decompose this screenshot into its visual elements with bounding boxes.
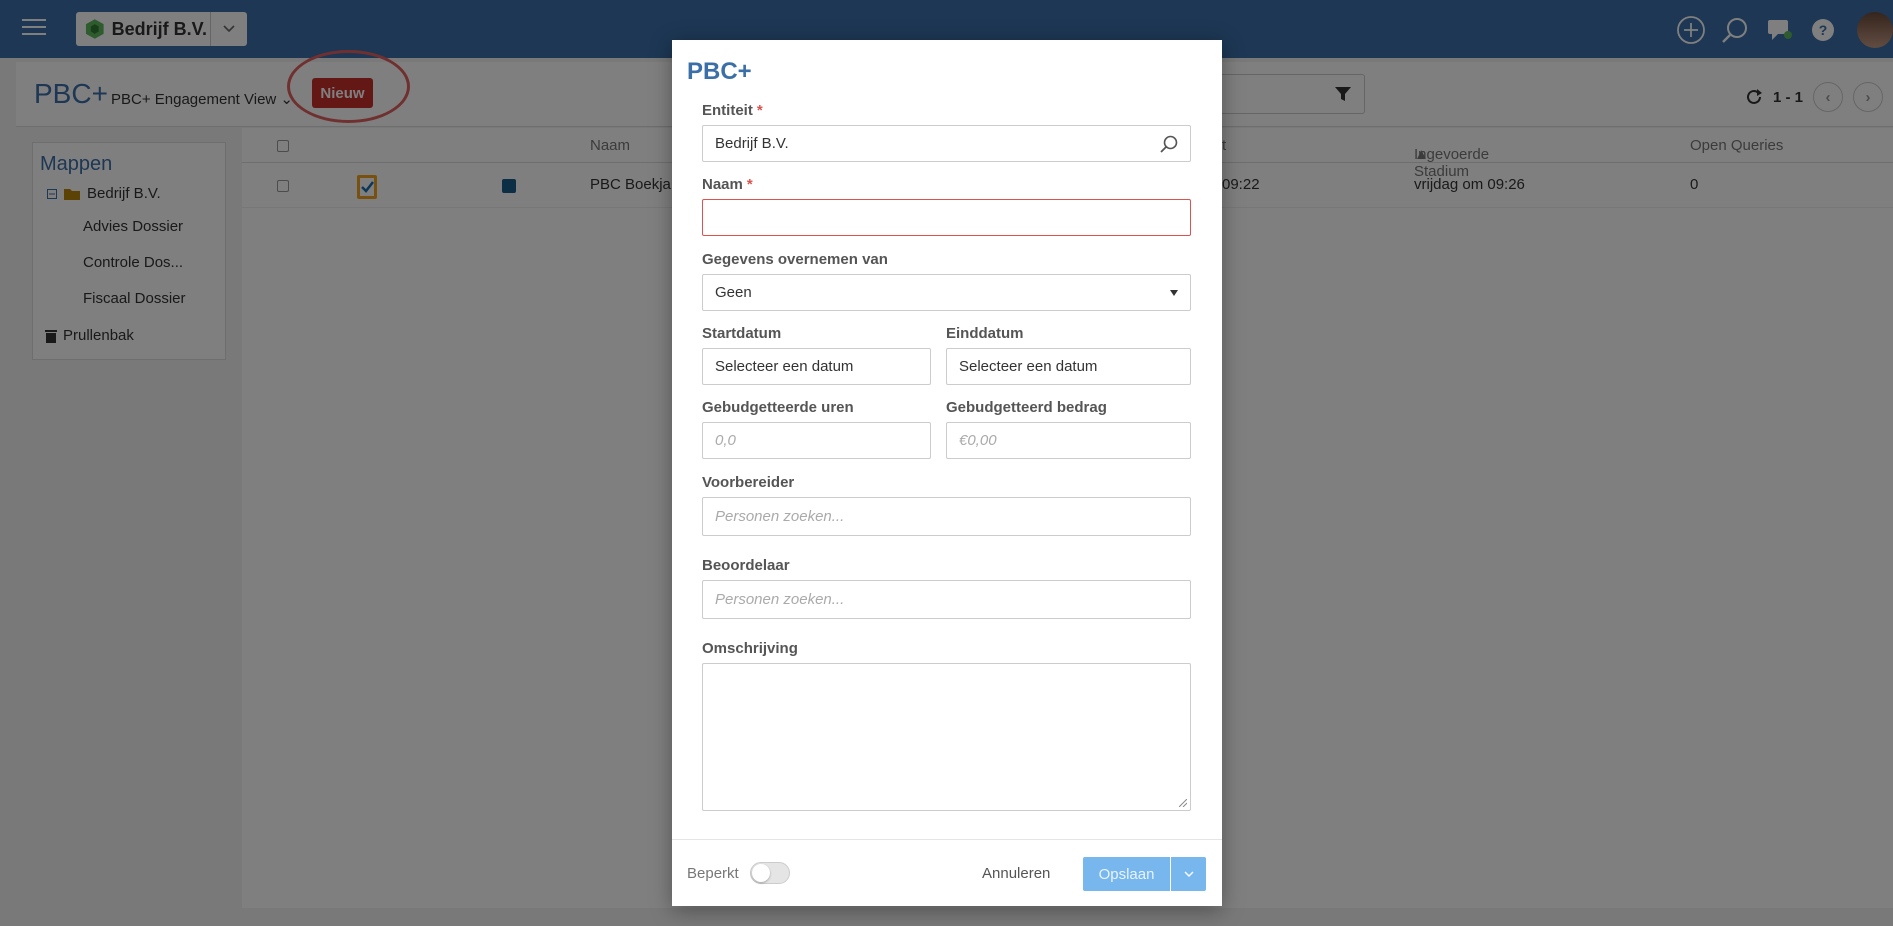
- budgeted-hours-placeholder: 0,0: [715, 432, 736, 449]
- description-textarea[interactable]: [702, 663, 1191, 811]
- end-date-value: Selecteer een datum: [959, 358, 1098, 375]
- entity-label-text: Entiteit: [702, 102, 753, 119]
- name-label: Naam *: [702, 176, 753, 193]
- name-label-text: Naam: [702, 176, 743, 193]
- start-date-label: Startdatum: [702, 325, 782, 342]
- copy-from-select[interactable]: Geen: [702, 274, 1191, 311]
- end-date-label: Einddatum: [946, 325, 1024, 342]
- required-mark: *: [756, 102, 763, 119]
- new-pbc-dialog: PBC+ Entiteit * Bedrijf B.V. Naam * Gegeve…: [672, 40, 1222, 906]
- entity-label: Entiteit *: [702, 102, 763, 119]
- search-icon[interactable]: [1160, 135, 1178, 153]
- preparer-label: Voorbereider: [702, 474, 795, 491]
- copy-from-value: Geen: [715, 284, 752, 301]
- dialog-footer: Beperkt Annuleren Opslaan: [672, 839, 1222, 906]
- caret-down-icon: [1170, 290, 1178, 296]
- toggle-knob: [752, 864, 770, 882]
- description-label: Omschrijving: [702, 640, 798, 657]
- start-date-value: Selecteer een datum: [715, 358, 854, 375]
- dialog-title: PBC+: [687, 58, 752, 85]
- copy-from-label: Gegevens overnemen van: [702, 251, 888, 268]
- chevron-down-icon: [1184, 871, 1193, 877]
- end-date-field[interactable]: Selecteer een datum: [946, 348, 1191, 385]
- reviewer-label: Beoordelaar: [702, 557, 790, 574]
- restricted-label: Beperkt: [687, 865, 739, 882]
- name-field[interactable]: [702, 199, 1191, 236]
- budgeted-amount-placeholder: €0,00: [959, 432, 997, 449]
- preparer-placeholder: Personen zoeken...: [715, 508, 845, 525]
- budgeted-amount-label: Gebudgetteerd bedrag: [946, 399, 1107, 416]
- restricted-toggle[interactable]: [750, 862, 790, 884]
- budgeted-hours-label: Gebudgetteerde uren: [702, 399, 854, 416]
- start-date-field[interactable]: Selecteer een datum: [702, 348, 931, 385]
- required-mark: *: [746, 176, 753, 193]
- reviewer-placeholder: Personen zoeken...: [715, 591, 845, 608]
- reviewer-field[interactable]: Personen zoeken...: [702, 580, 1191, 619]
- save-options-button[interactable]: [1171, 857, 1206, 891]
- entity-value: Bedrijf B.V.: [715, 135, 789, 152]
- save-button[interactable]: Opslaan: [1083, 857, 1170, 891]
- entity-field[interactable]: Bedrijf B.V.: [702, 125, 1191, 162]
- budgeted-amount-field[interactable]: €0,00: [946, 422, 1191, 459]
- budgeted-hours-field[interactable]: 0,0: [702, 422, 931, 459]
- resize-handle-icon[interactable]: [1179, 799, 1187, 807]
- cancel-button[interactable]: Annuleren: [982, 865, 1050, 882]
- preparer-field[interactable]: Personen zoeken...: [702, 497, 1191, 536]
